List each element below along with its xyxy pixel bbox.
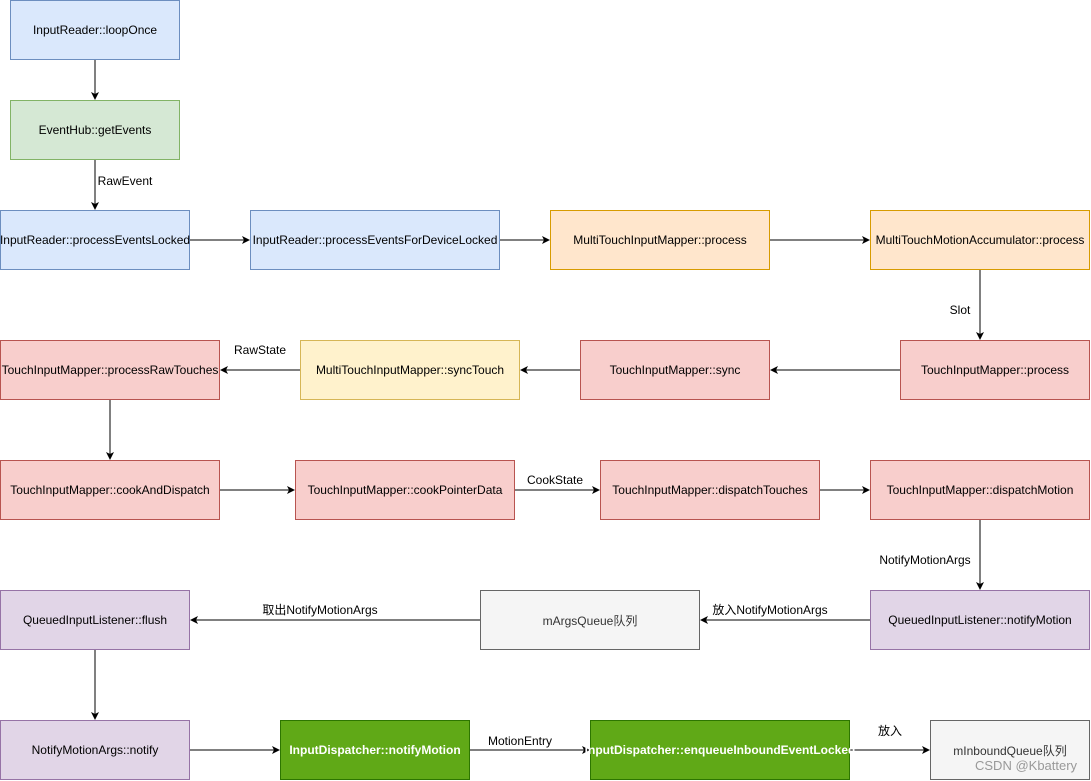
node-args-notify: NotifyMotionArgs::notify [0,720,190,780]
edge-label-raw-event: RawEvent [97,174,153,188]
node-dispatch-touches: TouchInputMapper::dispatchTouches [600,460,820,520]
node-args-queue: mArgsQueue队列 [480,590,700,650]
node-dispatch-motion: TouchInputMapper::dispatchMotion [870,460,1090,520]
node-mt-mapper-process: MultiTouchInputMapper::process [550,210,770,270]
node-sync-touch: MultiTouchInputMapper::syncTouch [300,340,520,400]
edge-label-raw-state: RawState [233,343,287,357]
edge-label-notify-motion-args: NotifyMotionArgs [879,553,971,567]
watermark: CSDN @Kbattery [975,758,1078,773]
edge-label-take-out: 取出NotifyMotionArgs [262,603,378,617]
node-cook-dispatch: TouchInputMapper::cookAndDispatch [0,460,220,520]
node-touch-process: TouchInputMapper::process [900,340,1090,400]
node-cook-pointer: TouchInputMapper::cookPointerData [295,460,515,520]
edge-label-put-in: 放入NotifyMotionArgs [712,603,828,617]
edge-label-motion-entry: MotionEntry [487,734,553,748]
node-flush: QueuedInputListener::flush [0,590,190,650]
node-process-events-locked: InputReader::processEventsLocked [0,210,190,270]
edge-label-put: 放入 [877,724,903,738]
node-get-events: EventHub::getEvents [10,100,180,160]
node-process-events-device: InputReader::processEventsForDeviceLocke… [250,210,500,270]
node-raw-touches: TouchInputMapper::processRawTouches [0,340,220,400]
node-enqueue: InputDispatcher::enqueueInboundEventLock… [585,720,855,780]
edge-label-cook-state: CookState [526,473,584,487]
node-sync: TouchInputMapper::sync [580,340,770,400]
edge-label-slot: Slot [949,303,971,317]
node-loop-once: InputReader::loopOnce [10,0,180,60]
node-mt-accum-process: MultiTouchMotionAccumulator::process [870,210,1090,270]
node-dispatcher-notify: InputDispatcher::notifyMotion [280,720,470,780]
node-notify-motion-listener: QueuedInputListener::notifyMotion [870,590,1090,650]
